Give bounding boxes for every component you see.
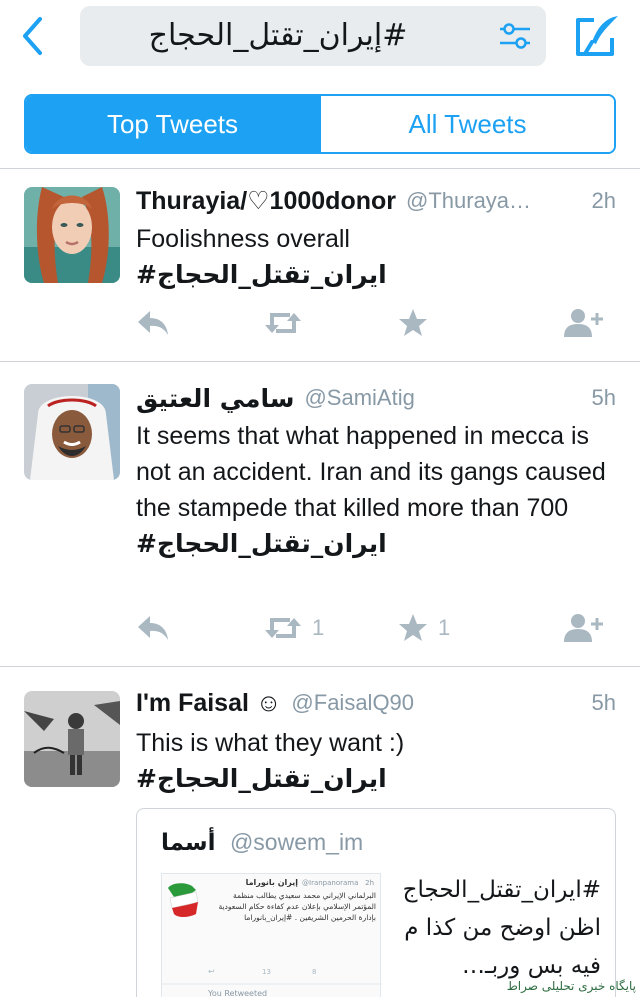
- thumbnail-like-count: 8: [312, 968, 316, 976]
- hashtag-link[interactable]: #ايران_تقتل_الحجاج: [136, 526, 616, 562]
- star-icon: [399, 614, 427, 641]
- quoted-tweet-header: أسما @sowem_im: [161, 829, 363, 856]
- tab-top-tweets[interactable]: Top Tweets: [26, 96, 319, 152]
- thumbnail-author-name: إيران بانوراما: [246, 878, 299, 887]
- hashtag-link[interactable]: #ايران_تقتل_الحجاج: [136, 761, 616, 797]
- avatar[interactable]: [24, 384, 120, 480]
- add-user-icon: [564, 309, 603, 337]
- quoted-author-handle: @sowem_im: [229, 829, 364, 855]
- retweet-icon: [265, 313, 301, 333]
- quoted-tweet-image[interactable]: إيران بانوراما @Iranpanorama 2h البرلمان…: [161, 873, 382, 997]
- tweet-text: Foolishness overall #ايران_تقتل_الحجاج: [136, 221, 616, 293]
- reply-button[interactable]: [136, 303, 170, 343]
- author-handle[interactable]: @SamiAtig: [304, 385, 583, 411]
- author-handle[interactable]: @FaisalQ90: [291, 690, 583, 716]
- avatar[interactable]: [24, 691, 120, 787]
- star-icon: [399, 309, 427, 336]
- tweet-actions: [136, 303, 616, 343]
- tweet-item[interactable]: سامي العتيق @SamiAtig 5h It seems that w…: [0, 362, 640, 666]
- tweet-body-text: This is what they want :): [136, 729, 405, 757]
- like-count: 1: [438, 615, 451, 640]
- search-field[interactable]: #إيران_تقتل_الحجاج: [80, 6, 546, 66]
- compose-button[interactable]: [572, 12, 622, 60]
- tweet-item[interactable]: Thurayia/♡1000donor @Thuraya… 2h Foolish…: [0, 169, 640, 361]
- filter-sliders-icon: [500, 23, 530, 49]
- author-name[interactable]: Thurayia/♡1000donor: [136, 186, 396, 216]
- search-query-text: #إيران_تقتل_الحجاج: [148, 18, 408, 53]
- timestamp: 2h: [591, 188, 616, 213]
- tweet-header: سامي العتيق @SamiAtig 5h: [136, 382, 616, 414]
- timestamp: 5h: [591, 385, 616, 410]
- follow-button[interactable]: [564, 303, 604, 343]
- hashtag-link[interactable]: #ايران_تقتل_الحجاج: [136, 257, 616, 293]
- chevron-left-icon: [23, 17, 42, 55]
- quoted-tweet-text: #ايران_تقتل_الحجاج اظن اوضح من كذا م فيه…: [402, 877, 601, 979]
- filter-button[interactable]: [498, 20, 532, 52]
- thumbnail-tweet-text: البرلماني الإيراني محمد سعيدي يطالب منظم…: [218, 891, 376, 922]
- search-header: #إيران_تقتل_الحجاج: [0, 0, 640, 80]
- tweet-header: I'm Faisal ☺ @FaisalQ90 5h: [136, 687, 616, 719]
- compose-tweet-icon: [576, 16, 618, 56]
- add-user-icon: [564, 614, 603, 642]
- like-button[interactable]: 1: [398, 608, 450, 648]
- retweet-button[interactable]: 1: [264, 608, 324, 648]
- tweet-text: It seems that what happened in mecca is …: [136, 418, 616, 562]
- reply-button[interactable]: [136, 608, 170, 648]
- reply-icon: [138, 616, 168, 640]
- tweet-text: This is what they want :) #ايران_تقتل_ال…: [136, 725, 616, 797]
- svg-text:↩: ↩: [208, 967, 215, 976]
- reply-icon: [138, 311, 168, 335]
- author-handle[interactable]: @Thuraya…: [406, 188, 584, 214]
- tab-all-tweets[interactable]: All Tweets: [319, 96, 614, 152]
- thumbnail-retweet-count: 13: [262, 968, 271, 976]
- author-name[interactable]: I'm Faisal ☺: [136, 689, 281, 718]
- author-name[interactable]: سامي العتيق: [136, 384, 294, 413]
- flag-of-iran-icon: [168, 883, 199, 917]
- quoted-tweet-card[interactable]: أسما @sowem_im إيران بانوراما @Iranpanor…: [136, 808, 616, 997]
- thumbnail-footer: You Retweeted: [207, 989, 267, 997]
- like-button[interactable]: [398, 303, 438, 343]
- timestamp: 5h: [591, 690, 616, 715]
- tweet-body-text: It seems that what happened in mecca is …: [136, 422, 606, 522]
- retweet-button[interactable]: [264, 303, 312, 343]
- thumbnail-timestamp: 2h: [365, 879, 374, 887]
- tweet-header: Thurayia/♡1000donor @Thuraya… 2h: [136, 185, 616, 217]
- watermark-logo: پایگاه خبری تحلیلی صراط: [506, 979, 636, 993]
- tweet-actions: 1 1: [136, 608, 616, 648]
- avatar[interactable]: [24, 187, 120, 283]
- retweet-icon: [265, 618, 301, 638]
- tweet-filter-tabs: Top Tweets All Tweets: [24, 94, 616, 154]
- follow-button[interactable]: [564, 608, 604, 648]
- tweet-body-text: Foolishness overall: [136, 225, 350, 253]
- back-button[interactable]: [14, 14, 50, 58]
- quoted-author-name: أسما: [161, 830, 216, 856]
- thumbnail-author-handle: @Iranpanorama: [302, 879, 358, 887]
- retweet-count: 1: [312, 615, 325, 640]
